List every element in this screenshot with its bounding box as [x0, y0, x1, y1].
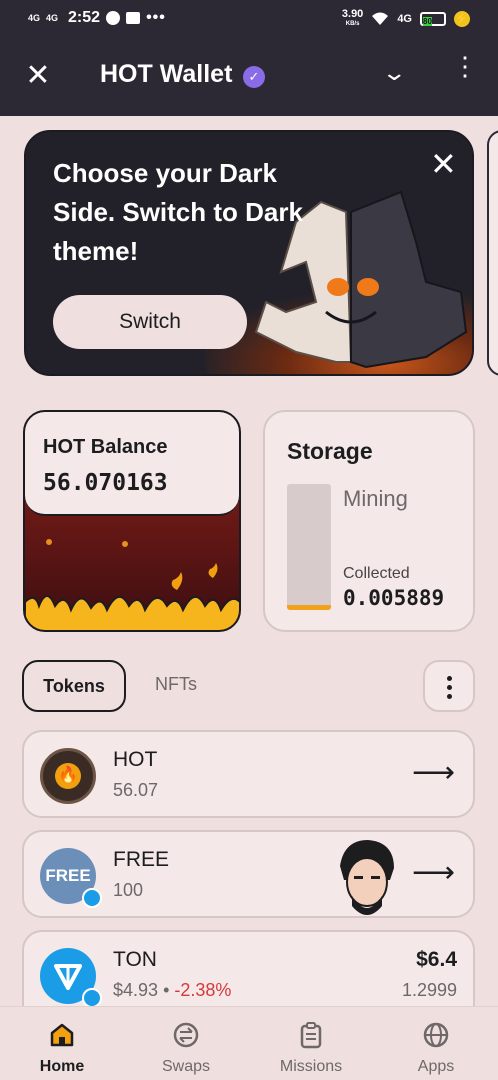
- dot: [446, 685, 452, 690]
- network-speed-unit: KB/s: [345, 21, 360, 27]
- storage-card[interactable]: Storage Mining Collected 0.005889: [263, 410, 475, 632]
- nav-home[interactable]: Home: [7, 1021, 117, 1076]
- telegram-icon: [106, 11, 121, 25]
- token-name: HOT: [113, 748, 158, 771]
- mail-icon: [126, 12, 141, 24]
- ton-network-badge-icon: [82, 888, 102, 908]
- nav-label: Swaps: [161, 1058, 211, 1075]
- status-bar: 4G 4G 2:52 ••• 3.90 KB/s 4G 80 ⚡: [0, 0, 498, 38]
- next-banner-peek[interactable]: [487, 130, 498, 376]
- token-options-button[interactable]: [423, 660, 475, 712]
- status-right: 3.90 KB/s 4G 80 ⚡: [342, 9, 470, 29]
- balance-value: 56.070163: [43, 470, 168, 496]
- nav-label: Apps: [417, 1058, 455, 1075]
- storage-title: Storage: [287, 438, 373, 464]
- balance-header: HOT Balance 56.070163: [25, 412, 239, 516]
- hot-token-icon: 🔥: [40, 748, 96, 804]
- more-menu-icon[interactable]: ⋮: [452, 53, 478, 79]
- tab-nfts[interactable]: NFTs: [155, 674, 197, 695]
- page-title: HOT Wallet: [100, 60, 233, 88]
- dark-theme-banner: Choose your Dark Side. Switch to Dark th…: [24, 130, 474, 376]
- nav-label: Home: [39, 1058, 85, 1075]
- storage-progress-bar: [287, 484, 331, 610]
- close-banner-icon[interactable]: ✕: [430, 148, 457, 180]
- token-price-line: $4.93 • -2.38%: [113, 980, 231, 1001]
- clipboard-icon: [300, 1022, 322, 1049]
- nav-missions[interactable]: Missions: [256, 1021, 366, 1076]
- chevron-down-icon[interactable]: ⌄: [381, 60, 407, 86]
- price-change: -2.38%: [174, 980, 232, 1000]
- character-illustration: [340, 840, 394, 915]
- battery-level: 80: [423, 17, 432, 26]
- dot: [446, 694, 452, 699]
- charging-icon: ⚡: [454, 11, 470, 27]
- dot: [446, 676, 452, 681]
- status-left: 4G 4G 2:52 •••: [28, 9, 166, 27]
- hot-balance-card[interactable]: HOT Balance 56.070163: [23, 410, 241, 632]
- signal-icon: 4G: [28, 12, 41, 23]
- nav-apps[interactable]: Apps: [381, 1021, 491, 1076]
- token-price: $4.93: [113, 980, 159, 1000]
- token-name: TON: [113, 948, 157, 971]
- token-name: FREE: [113, 848, 170, 871]
- mining-status: Mining: [343, 486, 408, 511]
- collected-value: 0.005889: [343, 586, 445, 610]
- storage-progress-fill: [287, 604, 331, 610]
- signal-icon: 4G: [46, 12, 59, 23]
- banner-text: Choose your Dark Side. Switch to Dark th…: [53, 158, 303, 266]
- app-header: ✕ HOT Wallet ✓ ⌄ ⋮: [0, 38, 498, 116]
- token-amount: 56.07: [113, 780, 159, 800]
- tab-tokens[interactable]: Tokens: [22, 660, 126, 712]
- verified-check-icon: ✓: [243, 66, 265, 88]
- nav-label: Missions: [279, 1058, 343, 1075]
- battery-icon: 80: [420, 12, 446, 26]
- token-amount: 1.2999: [401, 980, 457, 1000]
- wifi-icon: [372, 12, 389, 25]
- separator-dot: •: [163, 980, 170, 1000]
- collected-label: Collected: [343, 565, 410, 582]
- balance-label: HOT Balance: [43, 436, 168, 458]
- home-icon: [50, 1023, 74, 1047]
- ton-network-badge-icon: [82, 988, 102, 1008]
- token-row-hot[interactable]: 🔥 HOT 56.07 ⟶: [22, 730, 475, 818]
- network-speed: 3.90 KB/s: [342, 9, 363, 29]
- bottom-navigation: Home Swaps Missions Apps: [0, 1006, 498, 1080]
- token-amount: 100: [113, 880, 144, 900]
- status-time: 2:52: [68, 9, 101, 26]
- flames-illustration: [25, 539, 239, 630]
- close-icon[interactable]: ✕: [24, 61, 52, 91]
- token-row-free[interactable]: FREE FREE 100 ⟶: [22, 830, 475, 918]
- switch-theme-button[interactable]: Switch: [53, 295, 247, 349]
- arrow-right-icon[interactable]: ⟶: [412, 758, 455, 788]
- network-type: 4G: [397, 13, 412, 25]
- swap-icon: [173, 1022, 199, 1048]
- token-value: $6.4: [416, 948, 457, 971]
- flame-icon: 🔥: [55, 763, 81, 789]
- arrow-right-icon[interactable]: ⟶: [412, 858, 455, 888]
- nav-swaps[interactable]: Swaps: [131, 1021, 241, 1076]
- globe-icon: [423, 1022, 449, 1048]
- more-notifications-icon: •••: [146, 9, 166, 26]
- fire-background: [25, 502, 239, 630]
